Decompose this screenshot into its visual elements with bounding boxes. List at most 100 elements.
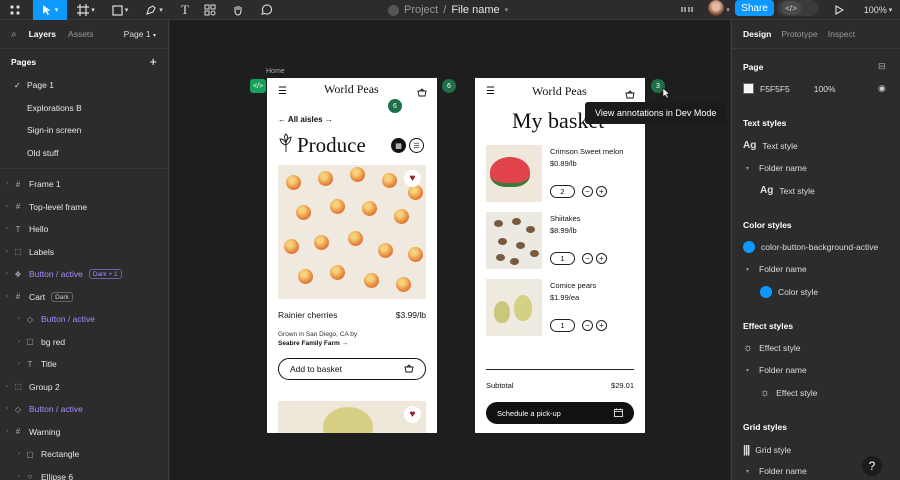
layer-row[interactable]: › # Cart Dark [0,286,168,309]
page-item[interactable]: Explorations B [0,97,168,120]
quantity-field[interactable]: 1 [550,252,575,265]
page-item[interactable]: Sign-in screen [0,119,168,142]
page-opacity-value[interactable]: 100% [814,84,836,94]
add-to-basket-button[interactable]: Add to basket [278,358,426,380]
hand-tool-icon[interactable] [229,0,247,20]
text-style-item[interactable]: Ag Text style [743,140,798,151]
layer-row[interactable]: › T Hello [0,218,168,241]
layer-row[interactable]: › ◇ Button / active [0,398,168,421]
frame-tool-icon[interactable]: ▾ [73,0,99,20]
zoom-level[interactable]: 100% ▾ [860,0,896,20]
dev-mode-glasses-icon[interactable] [676,0,698,20]
canvas[interactable]: Home </> ☰ World Peas 6 ← All aisles → P… [170,20,730,480]
chevron-right-icon[interactable]: › [14,316,24,322]
layer-row[interactable]: › ▢ Rectangle [0,443,168,466]
chevron-right-icon[interactable]: › [2,294,12,300]
chevron-right-icon[interactable]: › [2,204,12,210]
all-aisles-link[interactable]: ← All aisles → [278,115,333,124]
increase-quantity-button[interactable]: + [596,320,607,331]
chevron-right-icon[interactable]: › [2,181,12,187]
move-tool-icon[interactable]: ▾ [33,0,67,20]
dev-mode-toggle[interactable]: </> [777,0,819,16]
comment-tool-icon[interactable] [257,0,275,20]
layer-row[interactable]: › ▢ bg red [0,331,168,354]
tab-design[interactable]: Design [743,29,771,39]
main-menu-icon[interactable] [2,0,28,20]
present-play-icon[interactable] [832,0,846,20]
search-icon[interactable]: ⌕ [11,29,17,40]
grid-view-icon[interactable]: ▦ [391,138,406,153]
folder-row[interactable]: ▾ Folder name [746,163,807,173]
layer-row[interactable]: › T Title [0,353,168,376]
chevron-right-icon[interactable]: › [2,406,12,412]
farm-link[interactable]: Seabre Family Farm → [278,340,348,347]
tab-prototype[interactable]: Prototype [781,29,817,39]
eye-visibility-icon[interactable]: ◉ [878,83,886,94]
variable-mode-badge[interactable]: Dark + 1 [88,269,122,280]
page-color-swatch[interactable] [743,83,754,94]
chevron-right-icon[interactable]: › [2,429,12,435]
folder-row[interactable]: ▾ Folder name [746,466,807,476]
folder-row[interactable]: ▾ Folder name [746,264,807,274]
chevron-down-icon[interactable]: ▾ [724,0,732,20]
page-selector[interactable]: Page 1 ▾ [124,29,156,39]
page-color-row[interactable]: F5F5F5 100% [743,83,836,94]
chevron-right-icon[interactable]: › [14,361,24,367]
pen-tool-icon[interactable]: ▾ [141,0,167,20]
layer-row[interactable]: › # Top-level frame [0,196,168,219]
decrease-quantity-button[interactable]: − [582,186,593,197]
add-page-icon[interactable]: + [149,54,157,69]
variable-mode-badge[interactable]: Dark [51,291,73,302]
schedule-pickup-button[interactable]: Schedule a pick-up [486,402,634,424]
chevron-right-icon[interactable]: › [2,226,12,232]
layer-row[interactable]: › ❖ Button / active Dark + 1 [0,263,168,286]
shape-tool-icon[interactable]: ▾ [107,0,133,20]
chevron-right-icon[interactable]: › [2,249,12,255]
dev-mode-tag-icon[interactable]: </> [250,79,266,93]
chevron-right-icon[interactable]: › [14,474,24,480]
layer-row[interactable]: › ◇ Button / active [0,308,168,331]
layer-row[interactable]: › ○ Ellipse 6 [0,466,168,480]
decrease-quantity-button[interactable]: − [582,320,593,331]
text-tool-icon[interactable]: T [176,0,194,20]
chevron-right-icon[interactable]: › [14,339,24,345]
text-style-item[interactable]: Ag Text style [760,185,815,196]
decrease-quantity-button[interactable]: − [582,253,593,264]
increase-quantity-button[interactable]: + [596,186,607,197]
folder-row[interactable]: ▾ Folder name [746,365,807,375]
chevron-right-icon[interactable]: › [2,384,12,390]
grid-style-item[interactable]: ||| Grid style [743,444,791,456]
chevron-right-icon[interactable]: › [14,451,24,457]
basket-icon[interactable] [417,84,427,102]
basket-frame[interactable]: ☰ World Peas My basket Crimson Sweet mel… [475,78,645,433]
home-frame[interactable]: ☰ World Peas 6 ← All aisles → Produce ▦ … [267,78,437,433]
quantity-field[interactable]: 2 [550,185,575,198]
layer-row[interactable]: › # Warning [0,421,168,444]
file-title[interactable]: Project / File name ▾ [388,0,508,20]
increase-quantity-button[interactable]: + [596,253,607,264]
hamburger-menu-icon[interactable]: ☰ [278,86,287,97]
tab-assets[interactable]: Assets [68,29,94,39]
tab-inspect[interactable]: Inspect [828,29,855,39]
heart-icon[interactable]: ♥ [404,170,421,187]
layer-row[interactable]: › # Frame 1 [0,173,168,196]
page-item[interactable]: ✓ Page 1 [0,74,168,97]
user-avatar[interactable] [708,0,724,16]
quantity-field[interactable]: 1 [550,319,575,332]
file-name[interactable]: File name [451,4,499,16]
chevron-right-icon[interactable]: › [2,271,12,277]
effect-style-item[interactable]: ☼ Effect style [743,342,801,354]
color-style-item[interactable]: Color style [760,286,818,298]
frame-label-home[interactable]: Home [266,68,285,75]
color-style-item[interactable]: color-button-background-active [743,241,878,253]
basket-item[interactable]: Crimson Sweet melon $0.89/lb 2− + [475,145,645,205]
share-button[interactable]: Share [735,0,774,16]
style-settings-icon[interactable]: ⊟ [878,61,886,72]
layer-row[interactable]: › ⬚ Labels [0,241,168,264]
basket-item[interactable]: Shiitakes $8.99/lb 1− + [475,212,645,272]
hamburger-menu-icon[interactable]: ☰ [486,86,495,97]
list-view-icon[interactable]: ☰ [409,138,424,153]
project-name[interactable]: Project [404,4,438,16]
page-color-value[interactable]: F5F5F5 [760,84,790,94]
help-icon[interactable]: ? [862,456,882,476]
